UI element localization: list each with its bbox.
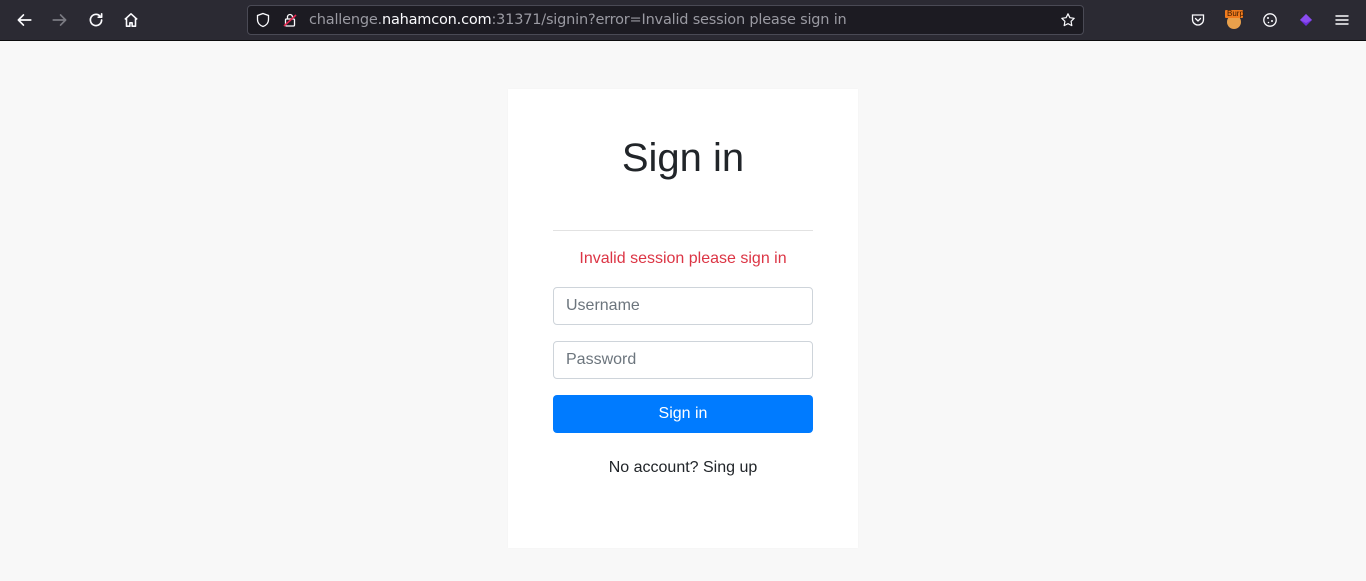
cookie-icon (1263, 13, 1277, 27)
burp-badge-text: Burp (1227, 9, 1244, 18)
browser-toolbar: challenge.nahamcon.com:31371/signin?erro… (0, 0, 1366, 41)
purple-diamond-icon (1300, 14, 1312, 26)
tracking-protection-shield-icon[interactable] (255, 12, 271, 28)
signup-link[interactable]: No account? Sing up (553, 458, 813, 478)
back-button[interactable] (10, 6, 38, 34)
username-input[interactable] (553, 287, 813, 325)
home-icon (124, 13, 138, 27)
url-text: challenge.nahamcon.com:31371/signin?erro… (309, 12, 847, 28)
bookmark-star-icon[interactable] (1060, 12, 1076, 28)
pocket-button[interactable] (1188, 10, 1208, 30)
forward-arrow-icon (52, 14, 67, 26)
password-input[interactable] (553, 341, 813, 379)
divider (553, 230, 813, 231)
reload-icon (89, 12, 103, 27)
back-arrow-icon (17, 14, 32, 26)
home-button[interactable] (117, 6, 145, 34)
page-title: Sign in (621, 136, 745, 180)
burp-extension-button[interactable]: Burp (1224, 9, 1244, 30)
reload-button[interactable] (82, 6, 110, 34)
wappalyzer-extension-button[interactable] (1296, 10, 1316, 30)
insecure-lock-icon[interactable] (282, 12, 298, 28)
hamburger-menu-icon (1335, 15, 1349, 25)
error-message: Invalid session please sign in (579, 250, 787, 267)
forward-button[interactable] (46, 6, 74, 34)
cookie-extension-button[interactable] (1260, 10, 1280, 30)
pocket-icon (1191, 14, 1205, 26)
app-menu-button[interactable] (1332, 10, 1352, 30)
sign-in-button[interactable]: Sign in (553, 395, 813, 433)
address-bar[interactable]: challenge.nahamcon.com:31371/signin?erro… (247, 5, 1084, 35)
